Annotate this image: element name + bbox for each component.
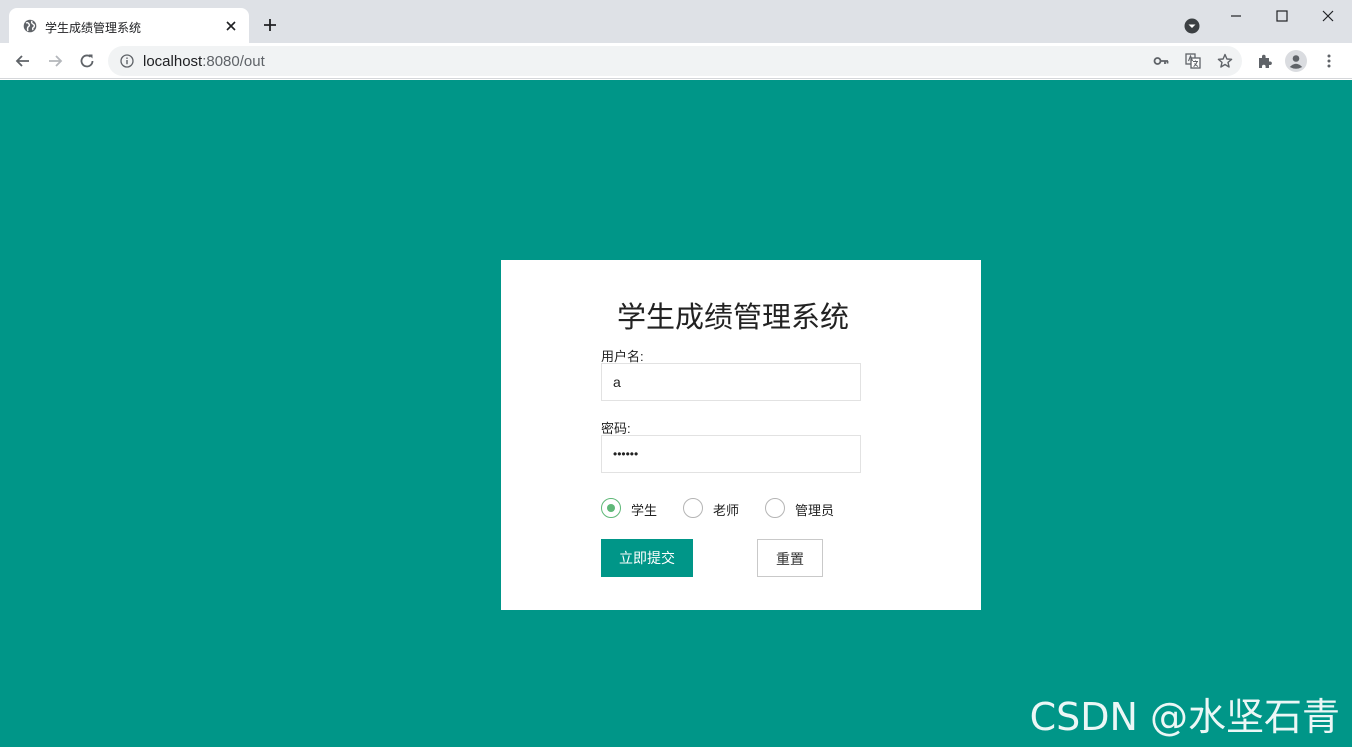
info-icon[interactable] [120,54,134,68]
close-icon[interactable] [223,18,239,34]
username-input[interactable]: a [601,363,861,401]
url-path: :8080/out [202,53,265,70]
submit-button[interactable]: 立即提交 [601,539,693,577]
url-host: localhost [143,53,203,70]
tab-title: 学生成绩管理系统 [45,21,142,35]
globe-icon [23,19,37,33]
reload-icon[interactable] [78,52,96,70]
profile-icon[interactable] [1285,50,1307,72]
login-card: 学生成绩管理系统 用户名: a 密码: •••••• 学生 老师 管理员 立即提… [501,260,981,610]
role-label: 管理员 [795,503,835,518]
reset-button[interactable]: 重置 [757,539,823,577]
radio-unchecked-icon[interactable] [765,498,785,518]
forward-icon[interactable] [46,52,64,70]
back-icon[interactable] [14,52,32,70]
star-icon[interactable] [1217,53,1233,69]
key-icon[interactable] [1153,53,1169,69]
address-bar[interactable]: localhost:8080/out [108,46,1242,76]
minimize-icon[interactable] [1228,8,1244,24]
translate-icon[interactable] [1185,53,1201,69]
radio-unchecked-icon[interactable] [683,498,703,518]
url-text: localhost:8080/out [143,53,265,70]
browser-toolbar: localhost:8080/out [0,43,1352,79]
tab-search-icon[interactable] [1184,18,1200,34]
password-input[interactable]: •••••• [601,435,861,473]
maximize-icon[interactable] [1274,8,1290,24]
role-label: 学生 [631,503,658,518]
radio-checked-icon[interactable] [601,498,621,518]
extensions-icon[interactable] [1257,53,1273,69]
browser-tab-strip: 学生成绩管理系统 [0,0,1352,43]
plus-icon[interactable] [262,17,278,33]
page-viewport: 学生成绩管理系统 用户名: a 密码: •••••• 学生 老师 管理员 立即提… [0,80,1352,747]
watermark: CSDN @水坚石青 [1029,695,1340,739]
role-label: 老师 [713,503,740,518]
menu-icon[interactable] [1321,53,1337,69]
close-icon[interactable] [1320,8,1336,24]
page-title: 学生成绩管理系统 [616,302,849,334]
browser-tab[interactable]: 学生成绩管理系统 [9,8,249,43]
